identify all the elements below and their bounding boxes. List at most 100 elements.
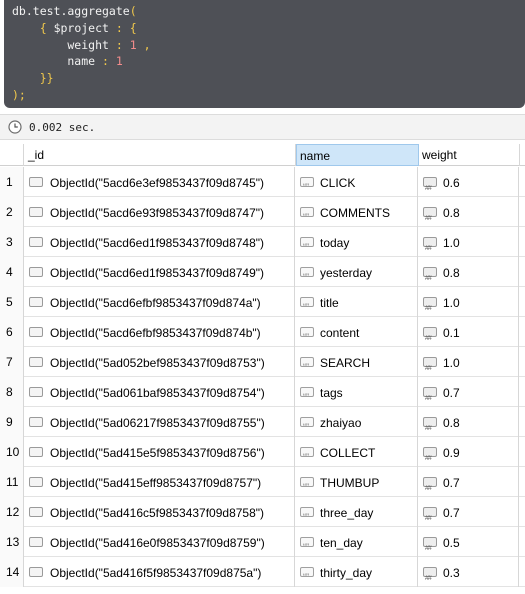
id-cell[interactable]: ObjectId("5ad415eff9853437f09d8757") (25, 467, 295, 497)
id-value: ObjectId("5acd6efbf9853437f09d874a") (50, 295, 261, 310)
code-token: $project (46, 20, 116, 35)
id-cell[interactable]: ObjectId("5ad415e5f9853437f09d8756") (25, 437, 295, 467)
name-cell[interactable]: CLICK (296, 167, 418, 197)
name-cell[interactable]: ten_day (296, 527, 418, 557)
weight-value: 0.7 (443, 505, 460, 520)
id-value: ObjectId("5acd6e93f9853437f09d8747") (50, 205, 265, 220)
weight-cell[interactable]: 0.8 (419, 257, 519, 287)
id-cell[interactable]: ObjectId("5acd6efbf9853437f09d874a") (25, 287, 295, 317)
weight-cell[interactable]: 0.8 (419, 197, 519, 227)
name-cell[interactable]: tags (296, 377, 418, 407)
id-value: ObjectId("5ad416e0f9853437f09d8759") (50, 535, 265, 550)
objectid-icon (29, 416, 43, 427)
weight-cell[interactable]: 0.7 (419, 377, 519, 407)
column-header-name[interactable]: name (296, 144, 419, 166)
weight-cell[interactable]: 0.3 (419, 557, 519, 587)
code-line: { $project : { (12, 21, 137, 35)
name-cell[interactable]: yesterday (296, 257, 418, 287)
table-row[interactable]: 4 ObjectId("5acd6ed1f9853437f09d8749") yes… (0, 257, 525, 287)
name-cell[interactable]: COLLECT (296, 437, 418, 467)
query-editor[interactable]: db.test.aggregate( { $project : { weight… (4, 0, 525, 108)
number-icon (423, 234, 437, 257)
table-row[interactable]: 14 ObjectId("5ad416f5f9853437f09d875a") th… (0, 557, 525, 587)
table-row[interactable]: 5 ObjectId("5acd6efbf9853437f09d874a") tit… (0, 287, 525, 317)
name-cell[interactable]: three_day (296, 497, 418, 527)
number-icon (423, 564, 437, 587)
weight-cell[interactable]: 0.7 (419, 497, 519, 527)
weight-cell[interactable]: 0.7 (419, 467, 519, 497)
row-number: 9 (0, 407, 24, 437)
id-cell[interactable]: ObjectId("5acd6ed1f9853437f09d8748") (25, 227, 295, 257)
name-cell[interactable]: content (296, 317, 418, 347)
id-cell[interactable]: ObjectId("5acd6e3ef9853437f09d8745") (25, 167, 295, 197)
name-value: content (320, 325, 360, 340)
name-cell[interactable]: zhaiyao (296, 407, 418, 437)
column-header-id[interactable]: _id (25, 144, 296, 166)
column-header-weight[interactable]: weight (419, 144, 520, 166)
id-cell[interactable]: ObjectId("5ad416f5f9853437f09d875a") (25, 557, 295, 587)
code-line: weight : 1 , (12, 38, 150, 52)
query-code[interactable]: db.test.aggregate( { $project : { weight… (12, 3, 525, 104)
name-cell[interactable]: title (296, 287, 418, 317)
weight-cell[interactable]: 1.0 (419, 287, 519, 317)
code-token: : (102, 54, 109, 69)
table-row[interactable]: 3 ObjectId("5acd6ed1f9853437f09d8748") tod… (0, 227, 525, 257)
table-row[interactable]: 7 ObjectId("5ad052bef9853437f09d8753") SEA… (0, 347, 525, 377)
weight-cell[interactable]: 0.8 (419, 407, 519, 437)
name-value: three_day (320, 505, 374, 520)
code-token: { (39, 20, 47, 35)
rownum-header (0, 144, 24, 166)
table-row[interactable]: 2 ObjectId("5acd6e93f9853437f09d8747") COM… (0, 197, 525, 227)
weight-cell[interactable]: 1.0 (419, 227, 519, 257)
table-row[interactable]: 6 ObjectId("5acd6efbf9853437f09d874b") con… (0, 317, 525, 347)
string-icon (300, 472, 314, 497)
id-value: ObjectId("5ad061baf9853437f09d8754") (50, 385, 265, 400)
weight-cell[interactable]: 1.0 (419, 347, 519, 377)
filler-cell (520, 467, 525, 497)
name-cell[interactable]: SEARCH (296, 347, 418, 377)
id-cell[interactable]: ObjectId("5ad06217f9853437f09d8755") (25, 407, 295, 437)
code-line: db.test.aggregate( (12, 4, 137, 18)
string-icon (300, 412, 314, 437)
weight-cell[interactable]: 0.5 (419, 527, 519, 557)
filler-cell (520, 377, 525, 407)
grid-header: _id name weight (0, 144, 525, 166)
objectid-icon (29, 356, 43, 367)
id-cell[interactable]: ObjectId("5ad416c5f9853437f09d8758") (25, 497, 295, 527)
id-cell[interactable]: ObjectId("5ad416e0f9853437f09d8759") (25, 527, 295, 557)
table-row[interactable]: 9 ObjectId("5ad06217f9853437f09d8755") zha… (0, 407, 525, 437)
name-cell[interactable]: today (296, 227, 418, 257)
row-number: 6 (0, 317, 24, 347)
id-cell[interactable]: ObjectId("5ad061baf9853437f09d8754") (25, 377, 295, 407)
id-cell[interactable]: ObjectId("5acd6ed1f9853437f09d8749") (25, 257, 295, 287)
objectid-icon (29, 506, 43, 517)
name-value: ten_day (320, 535, 363, 550)
weight-cell[interactable]: 0.1 (419, 317, 519, 347)
number-icon (423, 354, 437, 377)
number-icon (423, 264, 437, 287)
filler-cell (520, 257, 525, 287)
table-row[interactable]: 12 ObjectId("5ad416c5f9853437f09d8758") th… (0, 497, 525, 527)
table-row[interactable]: 11 ObjectId("5ad415eff9853437f09d8757") TH… (0, 467, 525, 497)
table-row[interactable]: 13 ObjectId("5ad416e0f9853437f09d8759") te… (0, 527, 525, 557)
name-cell[interactable]: THUMBUP (296, 467, 418, 497)
name-cell[interactable]: COMMENTS (296, 197, 418, 227)
name-cell[interactable]: thirty_day (296, 557, 418, 587)
name-value: THUMBUP (320, 475, 380, 490)
weight-cell[interactable]: 0.6 (419, 167, 519, 197)
weight-value: 0.6 (443, 175, 460, 190)
weight-cell[interactable]: 0.9 (419, 437, 519, 467)
table-row[interactable]: 1 ObjectId("5acd6e3ef9853437f09d8745") CLI… (0, 167, 525, 197)
code-token: ); (12, 87, 26, 102)
table-row[interactable]: 10 ObjectId("5ad415e5f9853437f09d8756") CO… (0, 437, 525, 467)
id-cell[interactable]: ObjectId("5acd6efbf9853437f09d874b") (25, 317, 295, 347)
weight-value: 0.1 (443, 325, 460, 340)
code-line: }} (12, 71, 54, 85)
id-cell[interactable]: ObjectId("5ad052bef9853437f09d8753") (25, 347, 295, 377)
id-cell[interactable]: ObjectId("5acd6e93f9853437f09d8747") (25, 197, 295, 227)
table-row[interactable]: 8 ObjectId("5ad061baf9853437f09d8754") tag… (0, 377, 525, 407)
